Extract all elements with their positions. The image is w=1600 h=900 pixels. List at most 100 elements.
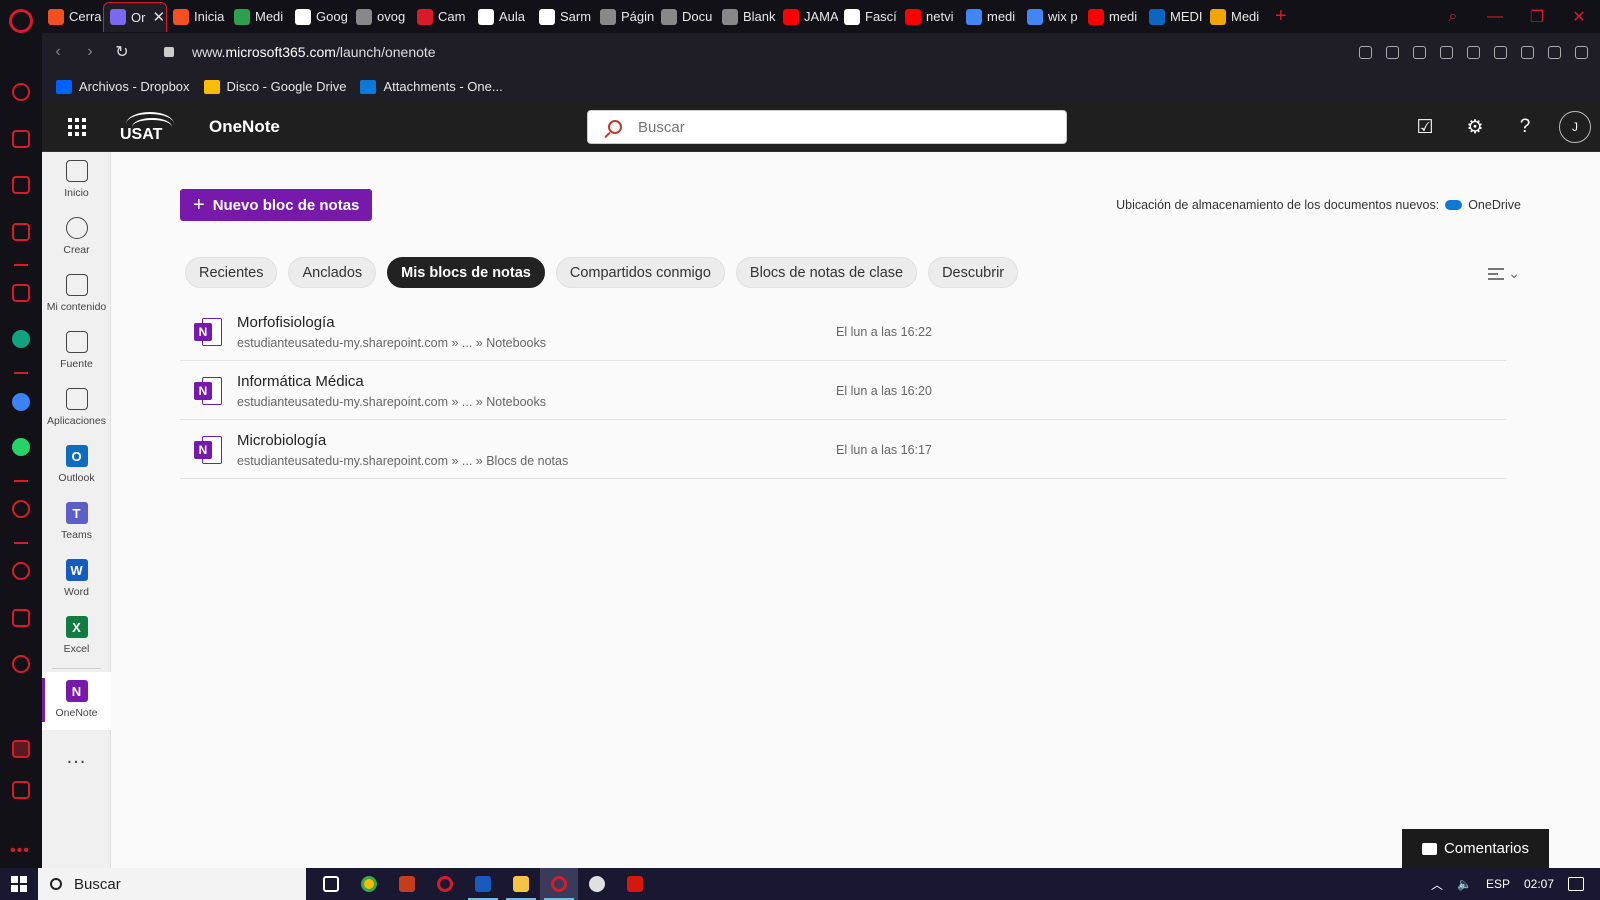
help-icon[interactable]: ?	[1500, 116, 1550, 138]
tab-compartidos[interactable]: Compartidos conmigo	[555, 257, 725, 288]
browser-search-icon[interactable]: ⌕	[1432, 8, 1474, 26]
profile-icon[interactable]	[1575, 45, 1588, 59]
rail-item-crear[interactable]: Crear	[42, 209, 111, 265]
feedback-button[interactable]: Comentarios	[1402, 829, 1549, 868]
search-box[interactable]	[587, 110, 1067, 144]
settings-icon[interactable]	[12, 655, 30, 673]
restore-icon[interactable]: ❐	[1516, 7, 1558, 27]
tab-descubrir[interactable]: Descubrir	[928, 257, 1019, 288]
browser-tab[interactable]: Cerra	[42, 2, 103, 32]
chatgpt-icon[interactable]	[12, 330, 30, 348]
browser-tab[interactable]: Aula	[472, 2, 533, 32]
browser-tab[interactable]: medi	[1082, 2, 1143, 32]
send-icon[interactable]	[1440, 45, 1453, 59]
avatar[interactable]: J	[1559, 111, 1591, 143]
browser-tab[interactable]: Inicia	[167, 2, 228, 32]
browser-tab[interactable]: Docu	[655, 2, 716, 32]
cpu-icon[interactable]	[12, 223, 30, 241]
tab-close-icon[interactable]: ✕	[152, 8, 165, 26]
download-icon[interactable]	[1494, 45, 1507, 59]
search-input[interactable]	[638, 118, 1038, 136]
tab-anclados[interactable]: Anclados	[288, 257, 377, 288]
lock-icon[interactable]	[164, 47, 174, 57]
bookmark-item[interactable]: Disco - Google Drive	[203, 79, 346, 94]
browser-tab[interactable]: MEDI	[1143, 2, 1204, 32]
browser-tab[interactable]: wix p	[1021, 2, 1082, 32]
rail-item-onenote[interactable]: N OneNote	[42, 672, 111, 730]
extensions-icon[interactable]	[12, 609, 30, 627]
rail-item-mi-contenido[interactable]: Mi contenido	[42, 266, 111, 322]
snapshot-icon[interactable]	[1386, 45, 1399, 59]
clock[interactable]: 02:07	[1524, 877, 1554, 891]
word-taskbar-icon[interactable]	[464, 868, 502, 900]
speed-dial-icon[interactable]	[12, 83, 30, 101]
usat-logo[interactable]: USAT	[120, 112, 176, 144]
browser-tab[interactable]: ovog	[350, 2, 411, 32]
rail-item-word[interactable]: W Word	[42, 551, 111, 607]
browser-tab[interactable]: Blank	[716, 2, 777, 32]
table-row[interactable]: N Informática Médica estudianteusatedu-m…	[180, 361, 1506, 420]
reload-icon[interactable]: ↻	[106, 42, 138, 62]
history-icon[interactable]	[12, 562, 30, 580]
rail-item-outlook[interactable]: O Outlook	[42, 437, 111, 493]
opera-gx-taskbar-icon[interactable]	[540, 868, 578, 900]
browser-tab[interactable]: JAMA	[777, 2, 838, 32]
back-icon[interactable]: ‹	[42, 43, 74, 61]
bookmark-item[interactable]: Attachments - One...	[360, 79, 503, 94]
more-apps-icon[interactable]: ...	[42, 746, 111, 769]
new-notebook-button[interactable]: + Nuevo bloc de notas	[180, 189, 373, 221]
tab-recientes[interactable]: Recientes	[185, 257, 278, 288]
chevron-up-icon[interactable]: ︿	[1431, 876, 1443, 893]
powerpoint-icon[interactable]	[388, 868, 426, 900]
acrobat-icon[interactable]	[616, 868, 654, 900]
notebook-title[interactable]: Microbiología	[237, 432, 326, 449]
app-name[interactable]: OneNote	[209, 117, 280, 137]
notebook-title[interactable]: Informática Médica	[237, 373, 364, 390]
app-launcher-icon[interactable]	[68, 118, 86, 136]
sidebar-more-icon[interactable]: •••	[10, 842, 30, 860]
browser-tab[interactable]: Sarm	[533, 2, 594, 32]
tab-blocs-clase[interactable]: Blocs de notas de clase	[735, 257, 918, 288]
bookmark-heart-icon[interactable]	[1467, 45, 1480, 59]
view-options-icon[interactable]: ⌄	[1488, 265, 1520, 282]
browser-tab[interactable]: Cam	[411, 2, 472, 32]
my-day-icon[interactable]: ☑	[1400, 116, 1450, 139]
snip-tool-icon[interactable]	[578, 868, 616, 900]
rail-item-aplicaciones[interactable]: Aplicaciones	[42, 380, 111, 436]
adblock-icon[interactable]	[1413, 45, 1426, 59]
notification-icon[interactable]	[1568, 877, 1584, 891]
tab-mis-blocs[interactable]: Mis blocs de notas	[387, 257, 545, 288]
shopping-icon[interactable]	[12, 130, 30, 148]
browser-tab[interactable]: Págin	[594, 2, 655, 32]
opera-taskbar-icon[interactable]	[426, 868, 464, 900]
player-icon[interactable]	[12, 500, 30, 518]
browser-tab[interactable]: netvi	[899, 2, 960, 32]
messenger-icon[interactable]	[12, 393, 30, 411]
bookmark-item[interactable]: Archivos - Dropbox	[56, 79, 190, 94]
new-tab-icon[interactable]: +	[1275, 5, 1287, 28]
aria-icon[interactable]	[12, 284, 30, 302]
browser-tab[interactable]: medi	[960, 2, 1021, 32]
chrome-icon[interactable]	[350, 868, 388, 900]
browser-tab[interactable]: Or ✕	[103, 1, 167, 32]
browser-tab[interactable]: Medi	[1204, 2, 1265, 32]
browser-tab[interactable]: Goog	[289, 2, 350, 32]
url-field[interactable]: www.microsoft365.com/launch/onenote	[192, 44, 436, 60]
task-view-icon[interactable]	[312, 868, 350, 900]
table-row[interactable]: N Microbiología estudianteusatedu-my.sha…	[180, 420, 1506, 479]
battery-icon[interactable]	[1521, 45, 1534, 59]
close-window-icon[interactable]: ✕	[1558, 7, 1600, 27]
opera-logo-icon[interactable]	[9, 9, 33, 33]
file-explorer-icon[interactable]	[502, 868, 540, 900]
rail-item-inicio[interactable]: Inicio	[42, 152, 111, 208]
language-indicator[interactable]: ESP	[1486, 877, 1510, 891]
forward-icon[interactable]: ›	[74, 43, 106, 61]
storage-target-link[interactable]: OneDrive	[1468, 198, 1521, 212]
share-icon[interactable]	[1359, 45, 1372, 59]
rail-item-fuente[interactable]: Fuente	[42, 323, 111, 379]
easy-setup-icon[interactable]	[1548, 45, 1561, 59]
settings-gear-icon[interactable]: ⚙	[1450, 116, 1500, 139]
start-button[interactable]	[0, 868, 38, 900]
volume-icon[interactable]: 🔈	[1457, 877, 1472, 891]
twitch-icon[interactable]	[12, 176, 30, 194]
